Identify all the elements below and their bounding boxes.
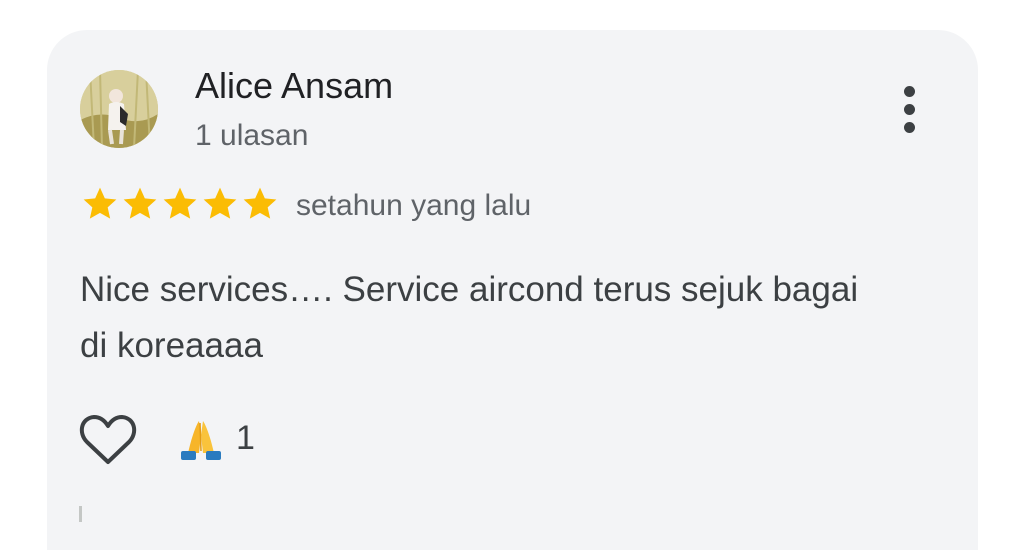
heart-outline-icon bbox=[79, 415, 137, 464]
review-time: setahun yang lalu bbox=[296, 189, 532, 222]
reaction-count: 1 bbox=[236, 419, 255, 457]
like-button[interactable] bbox=[78, 412, 138, 468]
star-icon bbox=[243, 187, 277, 219]
review-text: Nice services…. Service aircond terus se… bbox=[80, 270, 859, 365]
reaction-chip[interactable]: 1 bbox=[178, 414, 255, 462]
star-icon bbox=[203, 187, 237, 219]
more-vert-icon bbox=[904, 86, 915, 97]
folded-hands-icon bbox=[181, 421, 221, 460]
star-icon bbox=[123, 187, 157, 219]
review-count: 1 ulasan bbox=[195, 119, 309, 152]
avatar[interactable] bbox=[80, 70, 158, 148]
avatar-photo bbox=[80, 70, 158, 148]
star-icon bbox=[163, 187, 197, 219]
star-icon bbox=[83, 187, 117, 219]
more-options-button[interactable] bbox=[888, 82, 932, 138]
star-rating bbox=[80, 184, 280, 224]
divider bbox=[79, 506, 82, 522]
reviewer-name[interactable]: Alice Ansam bbox=[195, 64, 393, 108]
